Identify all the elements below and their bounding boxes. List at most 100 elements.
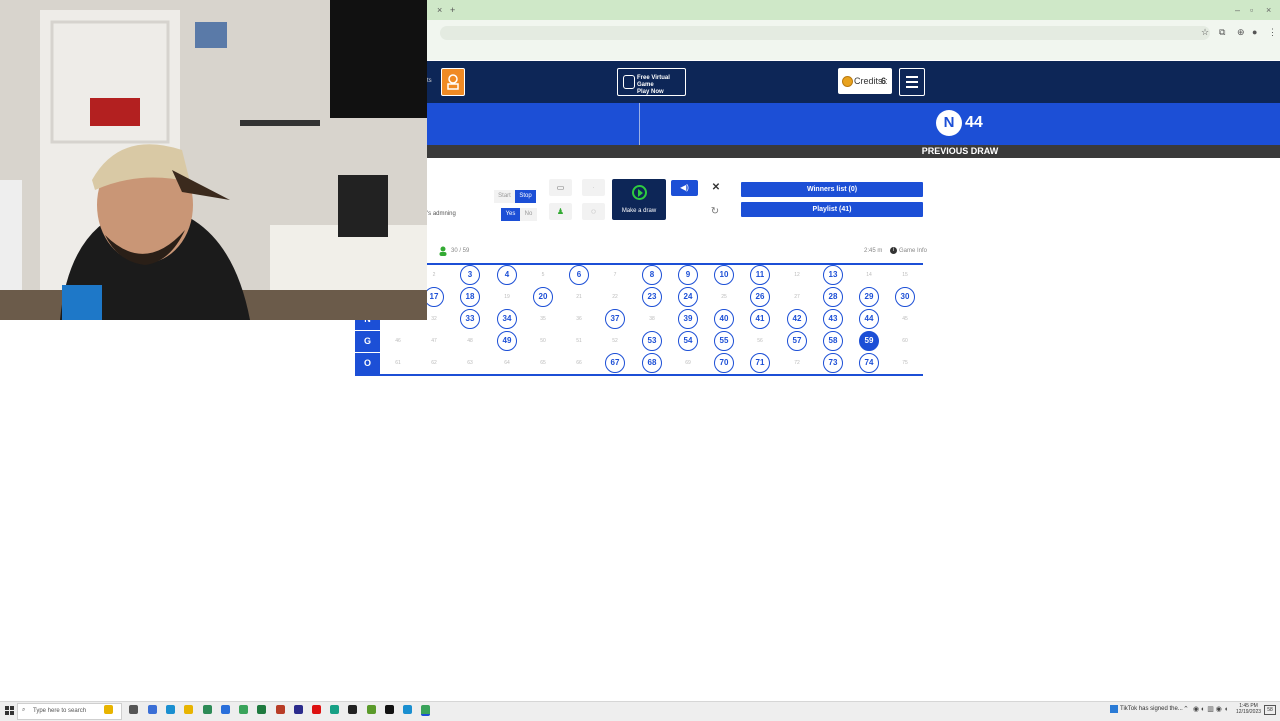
refresh-icon: ↻ — [710, 206, 720, 217]
board-number-called: 9 — [678, 265, 698, 285]
powerpoint-icon[interactable] — [276, 705, 285, 714]
board-number-called: 70 — [714, 353, 734, 373]
notification-icon — [1110, 705, 1118, 713]
youtube-icon[interactable] — [312, 705, 321, 714]
game-machine-icon — [623, 75, 635, 89]
board-number: 25 — [721, 294, 727, 300]
extensions-icon[interactable]: ⧉ — [1219, 27, 1225, 38]
monitor-button[interactable]: ▭ — [549, 179, 572, 196]
board-number-called: 23 — [642, 287, 662, 307]
new-tab-button[interactable]: + — [450, 5, 455, 15]
notification-text[interactable]: TikTok has signed the... — [1120, 706, 1183, 712]
playlist-button[interactable]: Playlist (41) — [741, 202, 923, 217]
previous-draw-number: 44 — [965, 114, 983, 131]
board-number-called: 24 — [678, 287, 698, 307]
taskbar-app-icon[interactable] — [294, 705, 303, 714]
close-button[interactable]: ✕ — [708, 180, 724, 196]
board-number: 62 — [431, 360, 437, 366]
user-lock-button[interactable]: ♟ — [549, 203, 572, 220]
board-number-called: 40 — [714, 309, 734, 329]
taskbar-app-icon[interactable] — [403, 705, 412, 714]
maximize-button[interactable]: ▫ — [1250, 5, 1253, 15]
start-toggle[interactable]: Start — [494, 190, 515, 203]
board-number: 19 — [504, 294, 510, 300]
user-icon: ♟ — [556, 207, 565, 216]
board-number-called: 6 — [569, 265, 589, 285]
board-number-called: 30 — [895, 287, 915, 307]
board-number: 32 — [431, 316, 437, 322]
board-number: 50 — [540, 338, 546, 344]
game-info-link[interactable]: Game Info — [899, 248, 927, 254]
taskbar-search-placeholder: Type here to search — [33, 708, 87, 714]
board-number-called: 28 — [823, 287, 843, 307]
sound-button[interactable]: ◀) — [671, 180, 698, 196]
profile-icon[interactable]: ● — [1252, 27, 1257, 37]
menu-button[interactable] — [899, 68, 925, 96]
taskbar-app-icon[interactable] — [148, 705, 157, 714]
windows-start-icon[interactable] — [5, 706, 14, 715]
board-number-called: 17 — [424, 287, 444, 307]
chrome-icon[interactable] — [239, 705, 248, 714]
make-draw-button[interactable]: Make a draw — [612, 179, 666, 220]
chat-button[interactable]: ◌ — [582, 203, 605, 220]
tab-close-icon[interactable]: × — [437, 5, 442, 15]
board-letter-o: O — [355, 353, 380, 374]
minimize-button[interactable]: – — [1235, 5, 1240, 15]
winners-list-button[interactable]: Winners list (0) — [741, 182, 923, 197]
board-number-called: 11 — [750, 265, 770, 285]
board-number: 7 — [613, 272, 617, 278]
obs-icon[interactable] — [348, 705, 357, 714]
board-number-called: 73 — [823, 353, 843, 373]
webcam-overlay — [0, 0, 427, 320]
refresh-button[interactable]: ↻ — [706, 204, 724, 220]
yes-toggle[interactable]: Yes — [501, 208, 520, 221]
info-icon: i — [890, 247, 897, 254]
board-number-called: 67 — [605, 353, 625, 373]
board-number: 51 — [576, 338, 582, 344]
taskbar-app-icon[interactable] — [385, 705, 394, 714]
board-number: 38 — [649, 316, 655, 322]
board-number-called: 54 — [678, 331, 698, 351]
search-icon: ⌕ — [22, 707, 26, 713]
stop-toggle[interactable]: Stop — [515, 190, 536, 203]
free-game-title: Free Virtual Game — [637, 75, 670, 88]
taskbar-date: 12/19/2023 — [1236, 709, 1262, 715]
notification-center-badge[interactable]: 58 — [1264, 705, 1276, 715]
board-number-called: 74 — [859, 353, 879, 373]
board-number-called: 68 — [642, 353, 662, 373]
taskbar-app-icon[interactable] — [221, 705, 230, 714]
browser-menu-icon[interactable]: ⋮ — [1268, 27, 1277, 38]
shield-icon[interactable]: ⊕ — [1237, 27, 1245, 38]
free-virtual-game-button[interactable]: Free Virtual Game Play Now — [617, 68, 686, 96]
board-number: 52 — [612, 338, 618, 344]
board-number: 27 — [794, 294, 800, 300]
board-number-called: 57 — [787, 331, 807, 351]
window-close-button[interactable]: × — [1266, 5, 1271, 15]
chrome-active-icon[interactable] — [421, 705, 430, 716]
file-explorer-icon[interactable] — [184, 705, 193, 714]
chat-icon: ◌ — [591, 207, 596, 216]
free-game-subtitle: Play Now — [637, 89, 664, 95]
board-number-called: 37 — [605, 309, 625, 329]
copilot-icon[interactable] — [104, 705, 113, 714]
robot-button[interactable] — [441, 68, 465, 96]
board-number: 60 — [902, 338, 908, 344]
taskbar-app-icon[interactable] — [330, 705, 339, 714]
no-toggle[interactable]: No — [520, 208, 537, 221]
taskbar-app-icon[interactable] — [203, 705, 212, 714]
excel-icon[interactable] — [257, 705, 266, 714]
board-number-called: 4 — [497, 265, 517, 285]
task-view-icon[interactable] — [129, 705, 138, 714]
board-number-called: 41 — [750, 309, 770, 329]
edge-icon[interactable] — [166, 705, 175, 714]
bookmark-star-icon[interactable]: ☆ — [1201, 27, 1209, 38]
address-input[interactable] — [440, 26, 1210, 40]
board-number: 45 — [902, 316, 908, 322]
board-bottom-border — [355, 374, 923, 376]
header-partial-button[interactable]: ts — [427, 78, 432, 84]
minecraft-icon[interactable] — [367, 705, 376, 714]
disabled-button[interactable]: · — [582, 179, 605, 196]
game-timer: 2:45 m — [864, 248, 883, 254]
monitor-icon: ▭ — [556, 183, 565, 192]
tray-chevron-icon[interactable]: ⌃ — [1183, 705, 1189, 713]
